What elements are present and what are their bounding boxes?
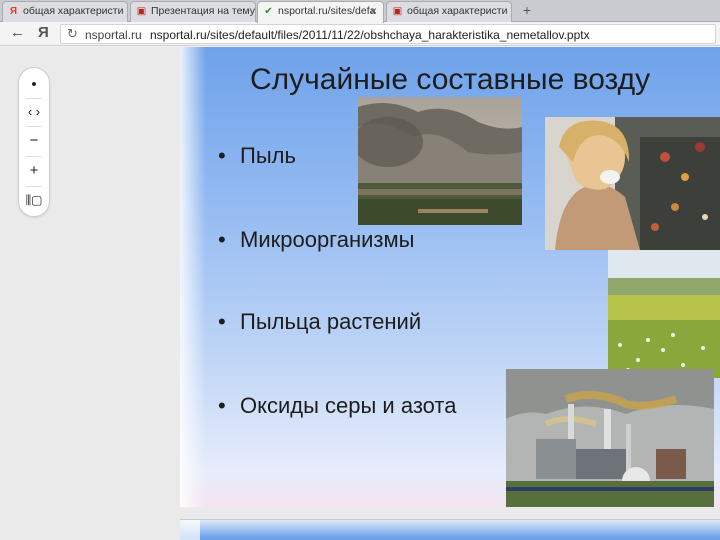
url-domain: nsportal.ru	[85, 28, 142, 42]
slide-edge-highlight	[180, 520, 200, 540]
yandex-logo[interactable]: Я	[38, 24, 49, 41]
bullet-item: • Пыльца растений	[218, 309, 421, 335]
slide-title: Случайные составные возду	[250, 63, 651, 96]
dot-icon[interactable]: •	[19, 72, 49, 98]
dust-storm-photo	[358, 97, 522, 225]
bullet-item: • Пыль	[218, 143, 296, 169]
slide: Случайные составные возду • Пыль • Микроор…	[180, 47, 720, 507]
sneezing-woman-photo	[545, 117, 720, 250]
slide-edge-highlight	[180, 47, 206, 507]
pan-icon[interactable]: ‹ ›	[19, 99, 49, 125]
bullet-dot: •	[218, 309, 226, 334]
new-tab-button[interactable]: +	[518, 2, 536, 19]
bullet-text: Микроорганизмы	[240, 227, 415, 252]
viewer-toolbar: • ‹ › − + ⫼▢	[18, 67, 50, 217]
url-text[interactable]: nsportal.ru/sites/default/files/2011/11/…	[150, 28, 710, 42]
tab-strip: Я общая характеристи ▣ Презентация на те…	[0, 0, 720, 23]
tab-title: общая характеристи	[407, 5, 508, 17]
fit-page-icon[interactable]: ⫼▢	[19, 187, 49, 213]
tab-2[interactable]: ▣ Презентация на тему	[130, 1, 256, 22]
bullet-item: • Микроорганизмы	[218, 227, 414, 253]
check-favicon-icon: ✔	[264, 6, 273, 17]
bullet-dot: •	[218, 393, 226, 418]
bullet-dot: •	[218, 143, 226, 168]
plus-icon[interactable]: +	[19, 158, 49, 184]
browser-window: Я общая характеристи ▣ Презентация на те…	[0, 0, 720, 540]
toolbar-divider	[26, 126, 42, 127]
tab-title: Презентация на тему	[151, 5, 256, 17]
url-field[interactable]: ↻ nsportal.ru nsportal.ru/sites/default/…	[60, 24, 716, 44]
viewer-content: • ‹ › − + ⫼▢ Случайные составные возду •…	[0, 47, 720, 540]
tab-title: nsportal.ru/sites/defa	[278, 5, 376, 17]
bullet-item: • Оксиды серы и азота	[218, 393, 456, 419]
tab-1[interactable]: Я общая характеристи	[2, 1, 128, 22]
reload-icon[interactable]: ↻	[67, 26, 78, 42]
yandex-favicon-icon: Я	[9, 6, 18, 17]
tab-title: общая характеристи	[23, 5, 124, 17]
meadow-photo	[608, 250, 720, 378]
address-bar: ← Я ↻ nsportal.ru nsportal.ru/sites/defa…	[0, 22, 720, 46]
close-icon[interactable]: ×	[370, 2, 377, 21]
tab-4[interactable]: ▣ общая характеристи	[386, 1, 512, 22]
next-slide-preview	[180, 519, 720, 540]
bullet-text: Пыль	[240, 143, 296, 168]
presentation-favicon-icon: ▣	[136, 6, 147, 17]
factory-smokestacks-photo	[506, 369, 714, 507]
arrow-left-icon[interactable]: ←	[10, 24, 25, 41]
bullet-text: Оксиды серы и азота	[240, 393, 457, 418]
bullet-text: Пыльца растений	[240, 309, 422, 334]
bullet-dot: •	[218, 227, 226, 252]
minus-icon[interactable]: −	[19, 128, 49, 154]
presentation-favicon-icon: ▣	[392, 6, 403, 17]
toolbar-divider	[26, 156, 42, 157]
tab-3-active[interactable]: ✔ nsportal.ru/sites/defa ×	[257, 1, 384, 23]
